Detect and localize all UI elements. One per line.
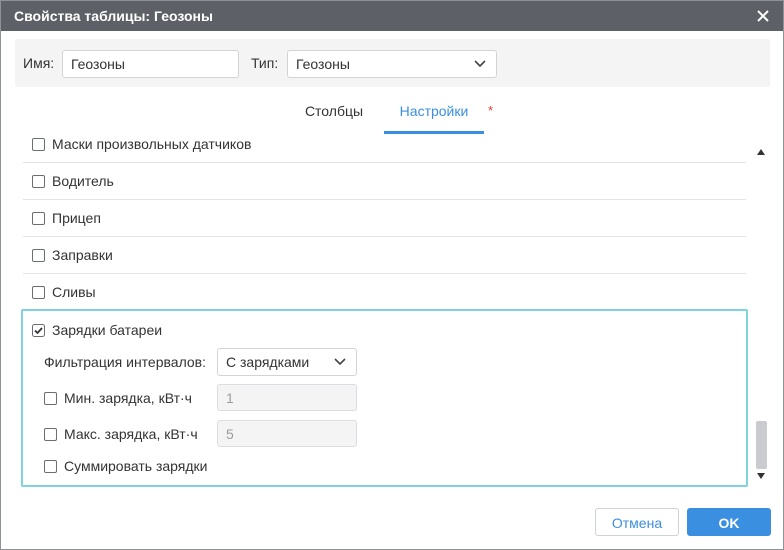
scroll-down-arrow-icon[interactable] — [757, 473, 765, 479]
tab-settings-label: Настройки — [399, 103, 469, 119]
max-charge-label: Макс. зарядка, кВт·ч — [64, 426, 198, 442]
required-marker: * — [488, 103, 494, 118]
name-input-value: Геозоны — [71, 56, 125, 72]
type-select-value: Геозоны — [296, 56, 350, 72]
chevron-down-icon — [474, 60, 486, 68]
filter-intervals-select[interactable]: С зарядками — [217, 348, 357, 376]
cancel-button-label: Отмена — [611, 515, 663, 531]
list-item: Прицеп — [23, 200, 746, 237]
row-checkbox[interactable] — [32, 286, 45, 299]
ok-button[interactable]: OK — [687, 508, 771, 536]
scroll-up-arrow-icon[interactable] — [757, 149, 765, 155]
battery-charges-section: Зарядки батареи Фильтрация интервалов: С… — [21, 309, 748, 487]
type-label: Тип: — [251, 55, 279, 71]
row-checkbox[interactable] — [32, 249, 45, 262]
cancel-button[interactable]: Отмена — [595, 508, 679, 536]
list-item: Маски произвольных датчиков — [23, 135, 746, 163]
scrollbar-thumb[interactable] — [756, 421, 767, 469]
tab-bar: Столбцы Настройки * — [1, 91, 783, 135]
sum-charges-checkbox[interactable] — [44, 460, 57, 473]
row-label: Сливы — [52, 284, 96, 300]
min-charge-label: Мин. зарядка, кВт·ч — [64, 390, 192, 406]
header-panel: Имя: Геозоны Тип: Геозоны — [15, 39, 770, 87]
chevron-down-icon — [334, 358, 346, 366]
name-label: Имя: — [23, 55, 55, 71]
ok-button-label: OK — [718, 515, 740, 531]
type-select[interactable]: Геозоны — [287, 50, 497, 78]
row-label: Прицеп — [52, 210, 101, 226]
list-item: Сливы — [23, 274, 746, 311]
tab-settings[interactable]: Настройки — [384, 91, 484, 134]
name-input[interactable]: Геозоны — [62, 50, 239, 78]
battery-charges-checkbox[interactable] — [32, 324, 45, 337]
close-icon[interactable] — [755, 8, 771, 24]
min-charge-checkbox[interactable] — [44, 392, 57, 405]
filter-intervals-value: С зарядками — [226, 354, 310, 370]
list-item: Водитель — [23, 163, 746, 200]
row-checkbox[interactable] — [32, 212, 45, 225]
tab-columns-label: Столбцы — [304, 103, 364, 119]
dialog-title: Свойства таблицы: Геозоны — [14, 8, 213, 24]
row-checkbox[interactable] — [32, 138, 45, 151]
dialog-titlebar: Свойства таблицы: Геозоны — [1, 1, 783, 31]
sum-charges-label: Суммировать зарядки — [64, 458, 208, 474]
row-label: Водитель — [52, 173, 114, 189]
min-charge-input[interactable]: 1 — [217, 384, 357, 411]
row-checkbox[interactable] — [32, 175, 45, 188]
row-label: Маски произвольных датчиков — [52, 136, 252, 152]
vertical-scrollbar[interactable] — [753, 141, 770, 487]
tab-columns[interactable]: Столбцы — [291, 91, 377, 134]
max-charge-value: 5 — [226, 426, 234, 442]
battery-charges-label: Зарядки батареи — [52, 322, 163, 338]
filter-intervals-label: Фильтрация интервалов: — [44, 354, 207, 370]
row-label: Заправки — [52, 247, 113, 263]
max-charge-checkbox[interactable] — [44, 428, 57, 441]
min-charge-value: 1 — [226, 390, 234, 406]
max-charge-input[interactable]: 5 — [217, 420, 357, 447]
list-item: Заправки — [23, 237, 746, 274]
table-properties-dialog: Свойства таблицы: Геозоны Имя: Геозоны Т… — [0, 0, 784, 550]
